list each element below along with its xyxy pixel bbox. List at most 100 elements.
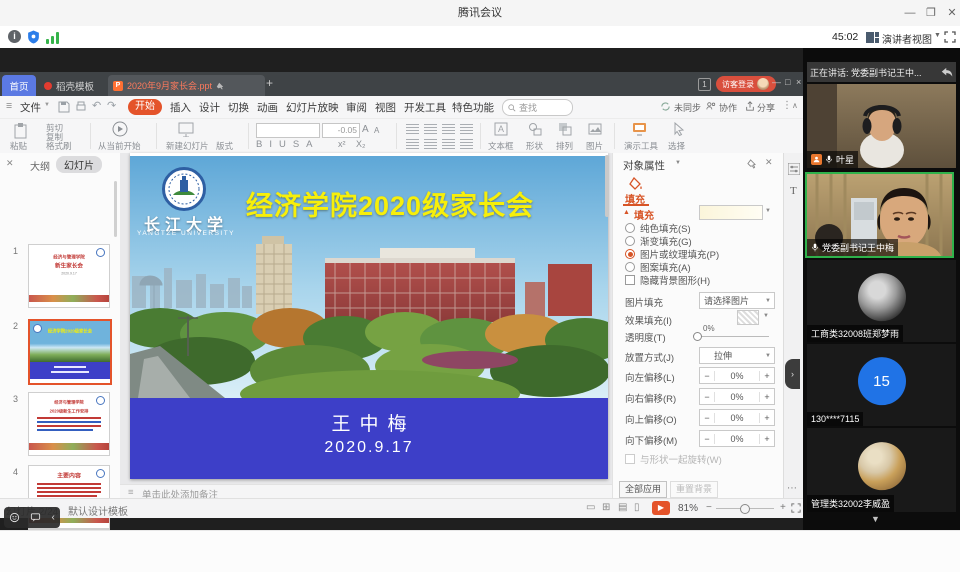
menu-animation[interactable]: 动画 [257,100,278,115]
collapse-arrow-icon[interactable]: ‹ [52,512,55,523]
menu-start[interactable]: 开始 [128,99,162,115]
participant-tile[interactable]: 管理类32002李威盈 [807,428,956,512]
shape-button[interactable]: 形状 [526,140,543,152]
menu-design[interactable]: 设计 [199,100,220,115]
zoom-in-icon[interactable]: + [780,502,786,513]
chevron-down-icon[interactable]: ▼ [934,32,941,39]
tab-home[interactable]: 首页 [2,75,36,96]
offset-up-stepper[interactable]: − 0% + [699,409,775,426]
print-icon[interactable] [75,101,87,113]
menu-insert[interactable]: 插入 [170,100,191,115]
offset-left-stepper[interactable]: − 0% + [699,367,775,384]
checkbox-hide-background[interactable] [625,275,635,285]
layout-button[interactable]: 版式 [216,140,233,152]
tab-document[interactable]: P 2020年9月家长会.ppt [108,75,265,96]
play-from-current-button[interactable]: 从当前开始 [98,140,141,152]
zoom-slider-knob[interactable] [740,504,750,514]
effect-fill-swatch[interactable] [737,310,759,325]
new-slide-button[interactable]: 新建幻灯片 [166,140,209,152]
slide-thumbnail-3[interactable]: 经济与管理学院 2020级新生工作安排 [28,392,110,456]
wps-restore-icon[interactable]: □ [785,77,790,87]
sync-status[interactable]: 未同步 [674,101,701,114]
align-justify-icon[interactable] [460,124,473,134]
fill-section-header[interactable]: 填充 [634,207,654,222]
align-center-icon[interactable] [424,124,437,134]
apply-all-button[interactable]: 全部应用 [619,481,667,498]
chevron-down-icon[interactable]: ▼ [763,313,769,319]
scroll-down-icon[interactable]: ▼ [871,514,880,524]
format-painter-button[interactable]: 格式刷 [46,140,72,152]
placement-select[interactable]: 拉伸 ▼ [699,347,775,364]
more-tools-icon[interactable]: ⋯ [787,483,797,494]
slide-sorter-icon[interactable]: ⊞ [602,502,610,513]
chat-bubble-icon[interactable] [30,512,41,523]
share-button[interactable]: 分享 [757,101,775,114]
zoom-out-icon[interactable]: − [706,502,712,513]
bullet-list-icon[interactable] [406,139,419,149]
paste-icon[interactable] [14,123,29,139]
pin-icon[interactable] [747,159,756,169]
layout-view-icon[interactable] [866,32,879,43]
notes-bar[interactable]: ≡ 单击此处添加备注 [120,484,612,499]
info-icon[interactable]: i [8,30,21,43]
properties-tool-icon[interactable] [788,163,800,175]
normal-view-icon[interactable]: ▭ [586,502,595,513]
menu-file[interactable]: 文件 [20,100,41,115]
fullscreen-icon[interactable] [944,31,956,43]
save-icon[interactable] [58,101,70,113]
chevron-down-icon[interactable]: ▼ [765,208,771,214]
fit-window-icon[interactable] [791,503,801,513]
wps-minimize-icon[interactable]: — [772,77,781,87]
fill-color-swatch[interactable] [699,205,763,220]
indent-icon[interactable] [442,139,455,149]
wps-close-icon[interactable]: × [796,77,801,87]
minimize-icon[interactable]: — [901,0,919,26]
slider-knob[interactable] [693,332,702,341]
menu-review[interactable]: 审阅 [346,100,367,115]
font-shrink-icon[interactable]: A [374,126,379,135]
menu-features[interactable]: 特色功能 [452,100,494,115]
panel-scrollbar[interactable] [114,181,117,237]
undo-icon[interactable]: ↶ [92,99,101,112]
restore-icon[interactable]: ❐ [922,0,940,26]
participant-tile[interactable]: 15 130****7115 [807,344,956,426]
tab-docer[interactable]: 稻壳模板 [40,75,110,96]
picture-button[interactable]: 图片 [586,140,603,152]
notes-view-icon[interactable]: ▯ [634,502,640,513]
window-manage-icon[interactable]: 1 [698,78,711,91]
reset-background-button[interactable]: 重置背景 [670,481,718,498]
reply-arrow-icon[interactable] [941,67,953,77]
section-collapse-icon[interactable]: ▲ [623,209,630,216]
menu-devtools[interactable]: 开发工具 [404,100,446,115]
menu-view[interactable]: 视图 [375,100,396,115]
smiley-icon[interactable] [9,512,20,523]
menu-transition[interactable]: 切换 [228,100,249,115]
slideshow-play-button[interactable]: ▶ [652,501,670,515]
radio-picture-fill[interactable] [625,249,635,259]
paste-button[interactable]: 粘贴 [10,140,27,152]
collapse-ribbon-icon[interactable]: ∧ [792,101,798,110]
security-shield-icon[interactable] [27,30,40,44]
radio-gradient-fill[interactable] [625,236,635,246]
font-size-input[interactable]: -0.05 [322,123,360,138]
textbox-button[interactable]: 文本框 [488,140,514,152]
present-tools-button[interactable]: 演示工具 [624,140,658,152]
subscript-icon[interactable]: X₂ [356,139,366,149]
slide-thumbnail-1[interactable]: 经济与管理学院 新生家长会 2020.9.17 [28,244,110,308]
properties-title[interactable]: 对象属性 [623,158,665,173]
line-spacing-icon[interactable] [460,139,473,149]
new-tab-button[interactable]: + [266,76,273,90]
text-tool-icon[interactable]: T [790,185,797,197]
reading-view-icon[interactable]: ▤ [618,502,627,513]
number-list-icon[interactable] [424,139,437,149]
more-menu-icon[interactable]: ⋮ [782,100,792,111]
hamburger-icon[interactable]: ≡ [6,100,12,112]
login-badge[interactable]: 访客登录 [716,76,776,92]
participant-tile[interactable]: 工商类32008班郑梦雨 [807,260,956,342]
canvas-scrollbar[interactable] [605,155,609,217]
checkbox-rotate-with-shape[interactable] [625,454,635,464]
menu-slideshow[interactable]: 幻灯片放映 [286,100,339,115]
offset-down-stepper[interactable]: − 0% + [699,430,775,447]
pin-icon[interactable] [216,82,224,90]
collaborate-button[interactable]: 协作 [719,101,737,114]
